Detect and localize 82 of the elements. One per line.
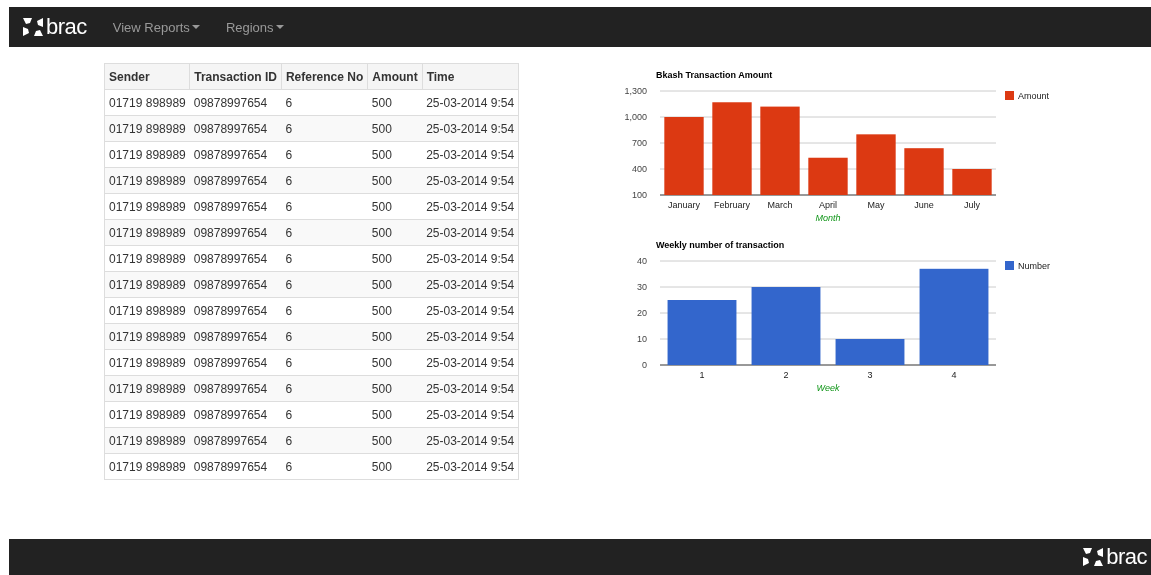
axis-tick-label: 400	[632, 164, 648, 174]
bar	[856, 134, 896, 195]
table-cell: 01719 898989	[104, 271, 190, 298]
table-cell: 25-03-2014 9:54	[422, 115, 519, 142]
axis-tick-label: January	[668, 200, 701, 210]
table-cell: 01719 898989	[104, 219, 190, 246]
table-cell: 500	[367, 375, 423, 402]
table-cell: 09878997654	[189, 271, 282, 298]
table-cell: 6	[281, 375, 368, 402]
axis-tick-label: February	[714, 200, 751, 210]
table-cell: 500	[367, 219, 423, 246]
table-cell: 09878997654	[189, 427, 282, 454]
bar	[667, 300, 737, 365]
table-cell: 500	[367, 167, 423, 194]
axis-tick-label: 1	[699, 370, 705, 380]
table-cell: 25-03-2014 9:54	[422, 453, 519, 480]
menu-dropdown[interactable]: Regions	[225, 19, 284, 35]
axis-tick-label: 100	[632, 190, 648, 200]
table-cell: 6	[281, 453, 368, 480]
column-header: Reference No	[281, 63, 368, 90]
axis-tick-label: 700	[632, 138, 648, 148]
table-cell: 500	[367, 427, 423, 454]
bar	[952, 169, 992, 195]
table-cell: 01719 898989	[104, 453, 190, 480]
legend-label: Number	[1018, 261, 1051, 271]
axis-tick-label: 4	[951, 370, 957, 380]
table-cell: 6	[281, 323, 368, 350]
table-cell: 6	[281, 115, 368, 142]
axis-tick-label: 10	[637, 334, 648, 344]
table-cell: 6	[281, 167, 368, 194]
axis-tick-label: 2	[783, 370, 789, 380]
axis-tick-label: 40	[637, 256, 648, 266]
table-cell: 01719 898989	[104, 115, 190, 142]
table-cell: 500	[367, 115, 423, 142]
table-cell: 500	[367, 323, 423, 350]
table-cell: 500	[367, 453, 423, 480]
table-cell: 6	[281, 219, 368, 246]
axis-tick-label: June	[914, 200, 934, 210]
table-cell: 09878997654	[189, 115, 282, 142]
column-header: Time	[422, 63, 519, 90]
column-header: Amount	[367, 63, 423, 90]
table-cell: 09878997654	[189, 375, 282, 402]
table-cell: 25-03-2014 9:54	[422, 167, 519, 194]
column-header: Sender	[104, 63, 190, 90]
axis-tick-label: 3	[867, 370, 873, 380]
table-cell: 09878997654	[189, 453, 282, 480]
axis-tick-label: May	[867, 200, 885, 210]
table-cell: 01719 898989	[104, 427, 190, 454]
legend-label: Amount	[1018, 91, 1050, 101]
axis-tick-label: 1,300	[624, 86, 648, 96]
axis-title: Week	[816, 383, 840, 393]
axis-tick-label: 0	[642, 360, 648, 370]
table-cell: 25-03-2014 9:54	[422, 323, 519, 350]
chart-title: Bkash Transaction Amount	[656, 70, 773, 80]
axis-tick-label: July	[964, 200, 981, 210]
table-cell: 500	[367, 271, 423, 298]
axis-tick-label: 20	[637, 308, 648, 318]
bar	[808, 157, 848, 195]
axis-tick-label: March	[767, 200, 793, 210]
table-cell: 25-03-2014 9:54	[422, 219, 519, 246]
brac-logo[interactable]: brac	[22, 16, 87, 38]
table-cell: 6	[281, 271, 368, 298]
table-cell: 01719 898989	[104, 375, 190, 402]
column-header: Transaction ID	[189, 63, 282, 90]
axis-tick-label: 1,000	[624, 112, 648, 122]
axis-tick-label: April	[819, 200, 838, 210]
axis-tick-label: 30	[637, 282, 648, 292]
bar	[904, 148, 944, 195]
table-cell: 09878997654	[189, 167, 282, 194]
axis-title: Month	[815, 213, 841, 223]
chart-title: Weekly number of transaction	[656, 240, 785, 250]
table-cell: 6	[281, 427, 368, 454]
brac-logo: brac	[1082, 546, 1147, 568]
table-cell: 09878997654	[189, 219, 282, 246]
bar	[835, 339, 905, 365]
table-cell: 25-03-2014 9:54	[422, 375, 519, 402]
table-cell: 01719 898989	[104, 167, 190, 194]
table-cell: 25-03-2014 9:54	[422, 271, 519, 298]
table-cell: 25-03-2014 9:54	[422, 427, 519, 454]
table-cell: 01719 898989	[104, 323, 190, 350]
table-cell: 09878997654	[189, 323, 282, 350]
menu-dropdown[interactable]: View Reports	[112, 19, 200, 35]
